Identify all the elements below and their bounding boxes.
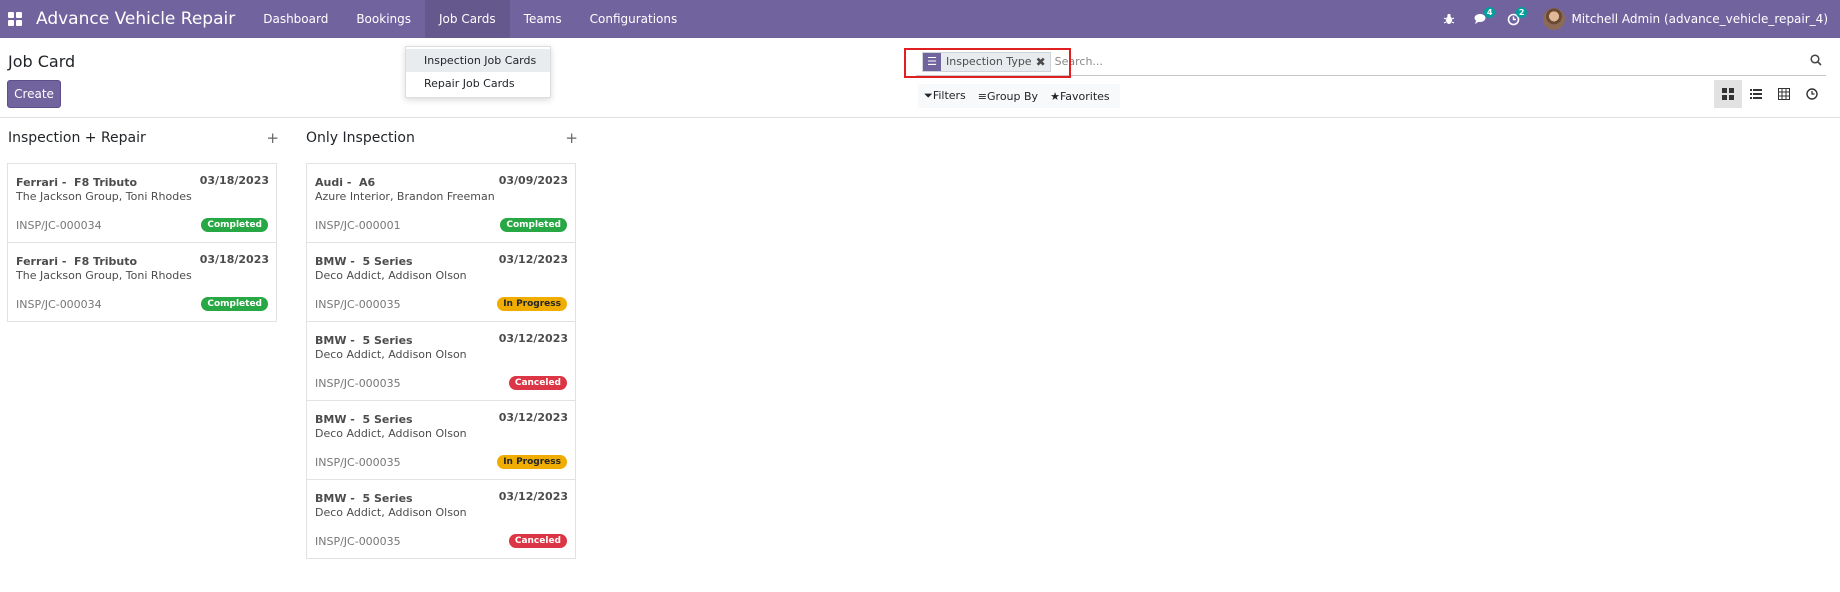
card-reference: INSP/JC-000034: [16, 219, 102, 232]
activity-view-clock-icon[interactable]: [1798, 80, 1826, 108]
search-options-bar: ⏷Filters ≡Group By ★Favorites: [918, 84, 1120, 108]
star-icon: ★: [1050, 89, 1060, 103]
view-switcher: [1714, 80, 1826, 108]
top-navbar: Advance Vehicle Repair Dashboard Booking…: [0, 0, 1840, 38]
card-reference: INSP/JC-000034: [16, 298, 102, 311]
column-header: Inspection + Repair +: [7, 119, 279, 163]
group-by-list-icon: ≡: [977, 89, 988, 103]
list-view-icon[interactable]: [1742, 80, 1770, 108]
create-button[interactable]: Create: [7, 80, 61, 108]
kanban-board: Inspection + Repair + Ferrari - F8 Tribu…: [0, 119, 1840, 592]
card-customer: Deco Addict, Addison Olson: [315, 269, 467, 282]
menu-teams[interactable]: Teams: [510, 0, 576, 38]
activities-clock-icon[interactable]: 2: [1497, 0, 1529, 38]
column-title: Only Inspection: [306, 130, 415, 146]
card-customer: Deco Addict, Addison Olson: [315, 506, 467, 519]
favorites-button[interactable]: ★Favorites: [1050, 90, 1110, 103]
card-vehicle: BMW - 5 Series: [315, 255, 413, 268]
column-header: Only Inspection +: [306, 119, 578, 163]
card-date: 03/18/2023: [199, 174, 269, 187]
user-avatar[interactable]: [1543, 8, 1566, 30]
status-badge: Completed: [201, 297, 268, 311]
card-date: 03/12/2023: [498, 332, 568, 345]
kanban-column: Only Inspection + Audi - A6 03/09/2023 A…: [306, 119, 578, 559]
search-icon[interactable]: [1810, 54, 1822, 70]
card-customer: The Jackson Group, Toni Rhodes: [16, 269, 192, 282]
dropdown-repair-job-cards[interactable]: Repair Job Cards: [406, 72, 550, 95]
kanban-view-icon[interactable]: [1714, 80, 1742, 108]
menu-job-cards[interactable]: Job Cards: [425, 0, 510, 38]
card-reference: INSP/JC-000035: [315, 456, 401, 469]
card-reference: INSP/JC-000035: [315, 377, 401, 390]
user-name[interactable]: Mitchell Admin (advance_vehicle_repair_4…: [1571, 12, 1828, 26]
menu-bookings[interactable]: Bookings: [342, 0, 425, 38]
card-vehicle: Ferrari - F8 Tributo: [16, 176, 138, 189]
column-quick-add-icon[interactable]: +: [266, 129, 279, 147]
filters-label: Filters: [932, 89, 966, 102]
annotation-highlight-box: [904, 48, 1071, 78]
card-date: 03/12/2023: [498, 490, 568, 503]
kanban-card[interactable]: BMW - 5 Series 03/12/2023 Deco Addict, A…: [306, 479, 576, 559]
card-vehicle: Ferrari - F8 Tributo: [16, 255, 138, 268]
messages-count-badge: 4: [1483, 7, 1496, 18]
menu-configurations[interactable]: Configurations: [576, 0, 692, 38]
debug-bug-icon[interactable]: [1433, 0, 1465, 38]
control-panel: Job Card Create ☰ Inspection Type ✖ ⏷Fil…: [0, 38, 1840, 118]
status-badge: Completed: [500, 218, 567, 232]
kanban-card[interactable]: Ferrari - F8 Tributo 03/18/2023 The Jack…: [7, 163, 277, 243]
card-vehicle: Audi - A6: [315, 176, 376, 189]
group-by-button[interactable]: ≡Group By: [978, 90, 1038, 103]
card-customer: Deco Addict, Addison Olson: [315, 348, 467, 361]
card-vehicle: BMW - 5 Series: [315, 334, 413, 347]
status-badge: Canceled: [508, 534, 567, 548]
status-badge: Completed: [201, 218, 268, 232]
card-vehicle: BMW - 5 Series: [315, 413, 413, 426]
kanban-card[interactable]: BMW - 5 Series 03/12/2023 Deco Addict, A…: [306, 321, 576, 401]
card-date: 03/18/2023: [199, 253, 269, 266]
dropdown-inspection-job-cards[interactable]: Inspection Job Cards: [406, 49, 550, 72]
pivot-table-view-icon[interactable]: [1770, 80, 1798, 108]
card-reference: INSP/JC-000001: [315, 219, 401, 232]
status-badge: In Progress: [497, 455, 567, 469]
card-customer: Deco Addict, Addison Olson: [315, 427, 467, 440]
card-reference: INSP/JC-000035: [315, 298, 401, 311]
kanban-column: Inspection + Repair + Ferrari - F8 Tribu…: [7, 119, 279, 322]
group-by-label: Group By: [987, 89, 1039, 103]
card-customer: Azure Interior, Brandon Freeman: [315, 190, 495, 203]
job-cards-dropdown: Inspection Job Cards Repair Job Cards: [405, 46, 551, 98]
card-date: 03/12/2023: [498, 253, 568, 266]
kanban-card[interactable]: Audi - A6 03/09/2023 Azure Interior, Bra…: [306, 163, 576, 243]
kanban-card[interactable]: BMW - 5 Series 03/12/2023 Deco Addict, A…: [306, 400, 576, 480]
column-quick-add-icon[interactable]: +: [565, 129, 578, 147]
search-input[interactable]: [1054, 55, 1755, 68]
kanban-card[interactable]: Ferrari - F8 Tributo 03/18/2023 The Jack…: [7, 242, 277, 322]
app-title[interactable]: Advance Vehicle Repair: [36, 9, 235, 29]
menu-dashboard[interactable]: Dashboard: [249, 0, 342, 38]
column-title: Inspection + Repair: [8, 130, 146, 146]
status-badge: In Progress: [497, 297, 567, 311]
favorites-label: Favorites: [1059, 89, 1110, 103]
apps-menu-icon[interactable]: [8, 12, 22, 26]
page-title: Job Card: [8, 52, 76, 71]
activities-count-badge: 2: [1515, 7, 1528, 18]
card-date: 03/09/2023: [498, 174, 568, 187]
filters-button[interactable]: ⏷Filters: [924, 89, 966, 103]
card-reference: INSP/JC-000035: [315, 535, 401, 548]
kanban-card[interactable]: BMW - 5 Series 03/12/2023 Deco Addict, A…: [306, 242, 576, 322]
filter-icon: ⏷: [924, 89, 933, 102]
card-vehicle: BMW - 5 Series: [315, 492, 413, 505]
messages-icon[interactable]: 4: [1465, 0, 1497, 38]
card-customer: The Jackson Group, Toni Rhodes: [16, 190, 192, 203]
card-date: 03/12/2023: [498, 411, 568, 424]
status-badge: Canceled: [508, 376, 567, 390]
